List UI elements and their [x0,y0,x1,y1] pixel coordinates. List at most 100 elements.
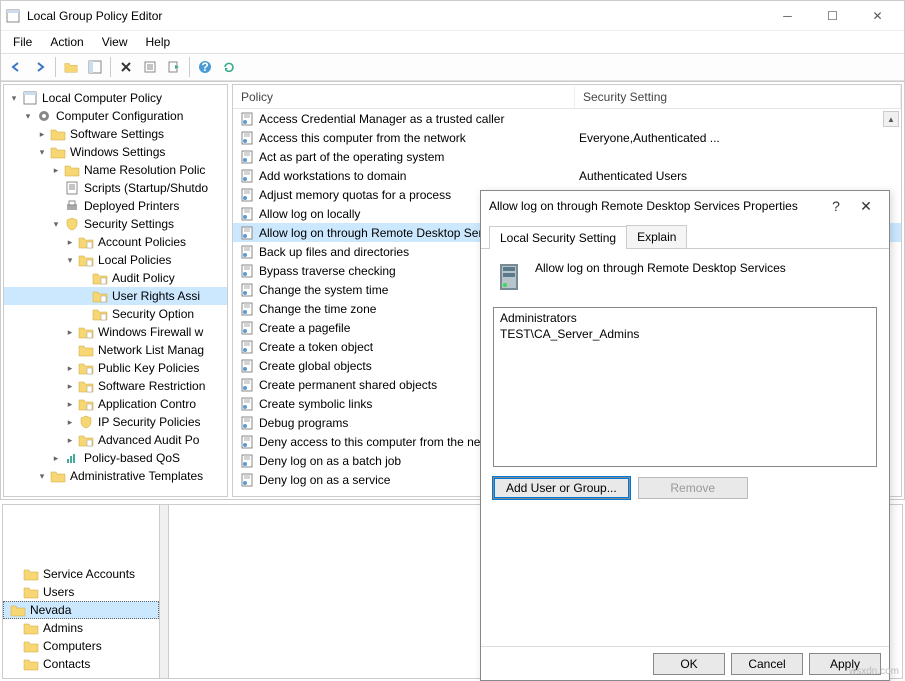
ou-tree-pane[interactable]: Service AccountsUsers Nevada Admins Compute… [2,504,160,679]
dialog-titlebar[interactable]: Allow log on through Remote Desktop Serv… [481,191,889,221]
maximize-button[interactable]: ☐ [810,2,855,30]
tree-node[interactable]: Audit Policy [4,269,227,287]
tree-node[interactable]: Scripts (Startup/Shutdo [4,179,227,197]
expand-toggle[interactable]: ▾ [36,146,48,158]
expand-toggle[interactable]: ▸ [64,236,76,248]
member-item[interactable]: TEST\CA_Server_Admins [498,326,872,342]
export-button[interactable] [163,56,185,78]
tree-node[interactable]: ▾Security Settings [4,215,227,233]
expand-toggle[interactable]: ▸ [64,398,76,410]
tree-node[interactable]: ▾Administrative Templates [4,467,227,485]
titlebar[interactable]: Local Group Policy Editor ─ ☐ ✕ [1,1,904,31]
members-listbox[interactable]: AdministratorsTEST\CA_Server_Admins [493,307,877,467]
tree-node[interactable]: ▾Windows Settings [4,143,227,161]
expand-toggle[interactable] [78,272,90,284]
dialog-close-button[interactable]: ✕ [851,192,881,220]
expand-toggle[interactable]: ▸ [64,380,76,392]
tree-pane[interactable]: ▾Local Computer Policy▾Computer Configur… [3,84,228,497]
expand-toggle[interactable] [64,344,76,356]
tree-node[interactable]: ▸Public Key Policies [4,359,227,377]
up-button[interactable] [60,56,82,78]
menu-file[interactable]: File [5,33,40,51]
tree-node[interactable]: ▸Application Contro [4,395,227,413]
cancel-button[interactable]: Cancel [731,653,803,675]
delete-button[interactable] [115,56,137,78]
menu-help[interactable]: Help [138,33,179,51]
tab-local-security-setting[interactable]: Local Security Setting [489,226,627,249]
close-button[interactable]: ✕ [855,2,900,30]
expand-toggle[interactable] [50,200,62,212]
refresh-button[interactable] [218,56,240,78]
expand-toggle[interactable]: ▸ [36,128,48,140]
policy-name: Add workstations to domain [259,169,579,183]
tree-node[interactable]: Deployed Printers [4,197,227,215]
policy-row[interactable]: Add workstations to domainAuthenticated … [233,166,901,185]
policy-icon [239,320,255,336]
menu-action[interactable]: Action [42,33,91,51]
expand-toggle[interactable]: ▾ [8,92,20,104]
ou-node[interactable]: Users [3,583,159,601]
menubar: File Action View Help [1,31,904,53]
menu-view[interactable]: View [94,33,136,51]
tree-node[interactable]: ▸Software Restriction [4,377,227,395]
ou-label: Nevada [30,603,71,617]
member-item[interactable]: Administrators [498,310,872,326]
column-security-setting[interactable]: Security Setting [575,86,901,108]
expand-toggle[interactable]: ▸ [64,416,76,428]
expand-toggle[interactable]: ▸ [64,434,76,446]
forward-button[interactable] [29,56,51,78]
expand-toggle[interactable]: ▸ [50,164,62,176]
expand-toggle[interactable]: ▸ [64,362,76,374]
policy-row[interactable]: Act as part of the operating system [233,147,901,166]
tree-node[interactable]: ▾Local Computer Policy [4,89,227,107]
minimize-button[interactable]: ─ [765,2,810,30]
splitter[interactable] [160,504,168,679]
ou-node[interactable]: Service Accounts [3,565,159,583]
expand-toggle[interactable] [78,308,90,320]
tree-node[interactable]: ▸Advanced Audit Po [4,431,227,449]
show-hide-tree-button[interactable] [84,56,106,78]
ou-node[interactable]: Computers [3,637,159,655]
ou-label: Computers [43,639,102,653]
tree-node[interactable]: Network List Manag [4,341,227,359]
tree-node[interactable]: ▸IP Security Policies [4,413,227,431]
tree-node[interactable]: ▸Windows Firewall w [4,323,227,341]
tree-node[interactable]: ▾ Computer Configuration [4,107,227,125]
column-policy[interactable]: Policy [233,86,575,108]
tree-node[interactable]: Security Option [4,305,227,323]
properties-button[interactable] [139,56,161,78]
policy-row[interactable]: Access Credential Manager as a trusted c… [233,109,901,128]
folder-icon [50,468,66,484]
expand-toggle[interactable]: ▸ [50,452,62,464]
tree-label: Computer Configuration [56,109,183,123]
ou-node[interactable]: Admins [3,619,159,637]
add-user-or-group-button[interactable]: Add User or Group... [493,477,630,499]
tree-node[interactable]: ▸Name Resolution Polic [4,161,227,179]
expand-toggle[interactable]: ▾ [36,470,48,482]
expand-toggle[interactable] [78,290,90,302]
folderp-icon [78,252,94,268]
scroll-up-button[interactable]: ▲ [883,111,899,127]
folder-icon [10,602,26,618]
tree-label: Audit Policy [112,271,175,285]
tree-node[interactable]: ▸Policy-based QoS [4,449,227,467]
ok-button[interactable]: OK [653,653,725,675]
back-button[interactable] [5,56,27,78]
folderp-icon [92,288,108,304]
expand-toggle[interactable]: ▸ [64,326,76,338]
tab-explain[interactable]: Explain [626,225,687,248]
folder-icon [50,126,66,142]
ou-node[interactable]: Nevada [3,601,159,619]
expand-toggle[interactable] [50,182,62,194]
expand-toggle[interactable]: ▾ [22,110,34,122]
expand-toggle[interactable]: ▾ [64,254,76,266]
tree-node[interactable]: ▾Local Policies [4,251,227,269]
ou-node[interactable]: Contacts [3,655,159,673]
expand-toggle[interactable]: ▾ [50,218,62,230]
tree-node[interactable]: User Rights Assi [4,287,227,305]
dialog-help-button[interactable]: ? [821,192,851,220]
tree-node[interactable]: ▸Account Policies [4,233,227,251]
tree-node[interactable]: ▸Software Settings [4,125,227,143]
policy-row[interactable]: Access this computer from the networkEve… [233,128,901,147]
help-button[interactable]: ? [194,56,216,78]
